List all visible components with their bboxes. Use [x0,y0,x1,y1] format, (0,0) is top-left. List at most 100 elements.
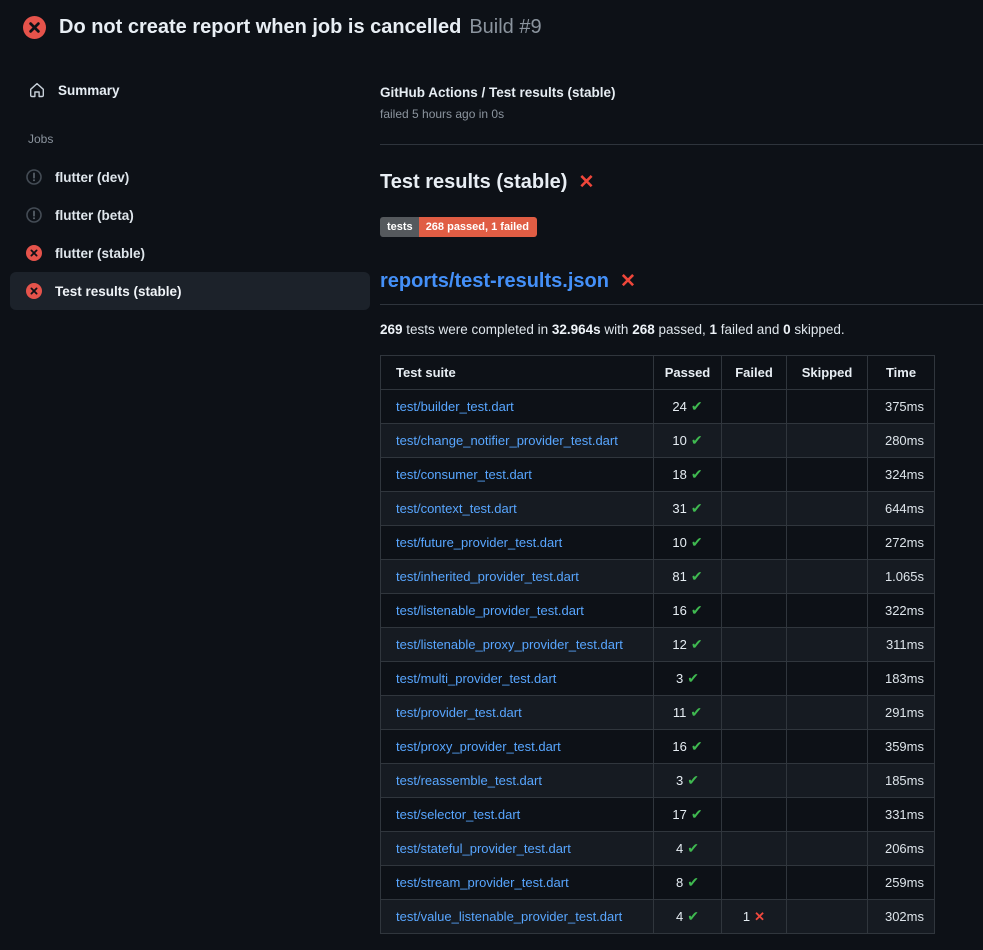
failed-cell [722,730,787,764]
check-icon: ✔ [687,772,699,788]
check-run-header: Do not create report when job is cancell… [0,0,983,53]
column-header-passed: Passed [654,356,722,390]
passed-cell: 81✔ [654,560,722,594]
time-cell: 359ms [868,730,935,764]
time-cell: 331ms [868,798,935,832]
breadcrumb: GitHub Actions / Test results (stable) [380,85,983,100]
test-suite-link[interactable]: test/proxy_provider_test.dart [396,739,561,754]
failed-status-circle-icon [23,16,46,39]
sidebar-job-item-4[interactable]: Test results (stable) [10,272,370,310]
skipped-cell [787,798,868,832]
passed-cell: 10✔ [654,424,722,458]
sidebar-job-item-2[interactable]: flutter (beta) [10,196,370,234]
test-suite-link[interactable]: test/consumer_test.dart [396,467,532,482]
time-cell: 280ms [868,424,935,458]
check-icon: ✔ [687,840,699,856]
test-suite-link[interactable]: test/stream_provider_test.dart [396,875,569,890]
table-row: test/builder_test.dart 24✔ 375ms [381,390,935,424]
build-number: Build #9 [469,16,541,39]
sidebar-job-item-3[interactable]: flutter (stable) [10,234,370,272]
time-cell: 183ms [868,662,935,696]
passed-cell: 8✔ [654,866,722,900]
table-row: test/value_listenable_provider_test.dart… [381,900,935,934]
passed-cell: 24✔ [654,390,722,424]
jobs-section-label: Jobs [28,132,370,146]
table-row: test/consumer_test.dart18✔324ms [381,458,935,492]
failed-status-icon [26,245,42,261]
test-suite-link[interactable]: test/change_notifier_provider_test.dart [396,433,618,448]
skipped-cell [787,390,868,424]
passed-cell: 18✔ [654,458,722,492]
test-suite-link[interactable]: test/listenable_provider_test.dart [396,603,584,618]
section-title: Test results (stable) [380,171,567,194]
neutral-status-icon [26,207,42,223]
test-suite-link[interactable]: test/reassemble_test.dart [396,773,542,788]
skipped-cell [787,560,868,594]
job-label: flutter (beta) [55,208,134,223]
table-row: test/stateful_provider_test.dart4✔206ms [381,832,935,866]
sidebar-job-item-1[interactable]: flutter (dev) [10,158,370,196]
passed-cell: 16✔ [654,730,722,764]
test-suite-link[interactable]: test/selector_test.dart [396,807,520,822]
check-icon: ✔ [691,806,703,822]
job-label: Test results (stable) [55,284,182,299]
passed-cell: 12✔ [654,628,722,662]
time-cell: 259ms [868,866,935,900]
skipped-cell [787,424,868,458]
test-suite-link[interactable]: test/inherited_provider_test.dart [396,569,579,584]
test-summary-text: 269 tests were completed in 32.964s with… [380,322,983,337]
test-suite-link[interactable]: test/stateful_provider_test.dart [396,841,571,856]
report-file-link[interactable]: reports/test-results.json [380,270,609,293]
column-header-failed: Failed [722,356,787,390]
page-title: Do not create report when job is cancell… [59,16,461,39]
time-cell: 375ms [868,390,935,424]
table-row: test/provider_test.dart11✔291ms [381,696,935,730]
failed-cell [722,866,787,900]
tests-status-badge: tests 268 passed, 1 failed [380,217,537,237]
table-row: test/change_notifier_provider_test.dart 1… [381,424,935,458]
table-row: test/inherited_provider_test.dart 81✔ 1.06… [381,560,935,594]
skipped-cell [787,832,868,866]
sidebar-item-summary[interactable]: Summary [10,79,370,101]
column-header-skipped: Skipped [787,356,868,390]
failed-cell [722,832,787,866]
job-label: flutter (stable) [55,246,145,261]
failed-cell [722,662,787,696]
check-icon: ✔ [691,466,703,482]
run-meta: failed 5 hours ago in 0s [380,107,983,121]
table-row: test/multi_provider_test.dart 3✔ 183ms [381,662,935,696]
table-row: test/selector_test.dart 17✔ 331ms [381,798,935,832]
skipped-cell [787,628,868,662]
test-suite-link[interactable]: test/context_test.dart [396,501,517,516]
table-row: test/stream_provider_test.dart 8✔ 259ms [381,866,935,900]
test-suite-link[interactable]: test/future_provider_test.dart [396,535,562,550]
skipped-cell [787,662,868,696]
passed-cell: 4✔ [654,832,722,866]
column-header-time: Time [868,356,935,390]
check-icon: ✔ [691,500,703,516]
skipped-cell [787,730,868,764]
table-row: test/reassemble_test.dart3✔185ms [381,764,935,798]
time-cell: 272ms [868,526,935,560]
table-row: test/listenable_provider_test.dart16✔322… [381,594,935,628]
test-suite-link[interactable]: test/listenable_proxy_provider_test.dart [396,637,623,652]
passed-cell: 17✔ [654,798,722,832]
passed-cell: 3✔ [654,764,722,798]
passed-cell: 3✔ [654,662,722,696]
time-cell: 1.065s [868,560,935,594]
test-suite-link[interactable]: test/provider_test.dart [396,705,522,720]
failed-status-icon [26,283,42,299]
check-icon: ✔ [691,432,703,448]
job-label: flutter (dev) [55,170,129,185]
failed-cell [722,764,787,798]
badge-value: 268 passed, 1 failed [419,217,537,237]
check-icon: ✔ [691,534,703,550]
failed-cell [722,628,787,662]
test-suite-link[interactable]: test/multi_provider_test.dart [396,671,556,686]
test-suite-link[interactable]: test/builder_test.dart [396,399,514,414]
passed-cell: 10✔ [654,526,722,560]
check-icon: ✔ [691,398,703,414]
test-suite-link[interactable]: test/value_listenable_provider_test.dart [396,909,622,924]
check-icon: ✔ [687,908,699,924]
passed-cell: 16✔ [654,594,722,628]
